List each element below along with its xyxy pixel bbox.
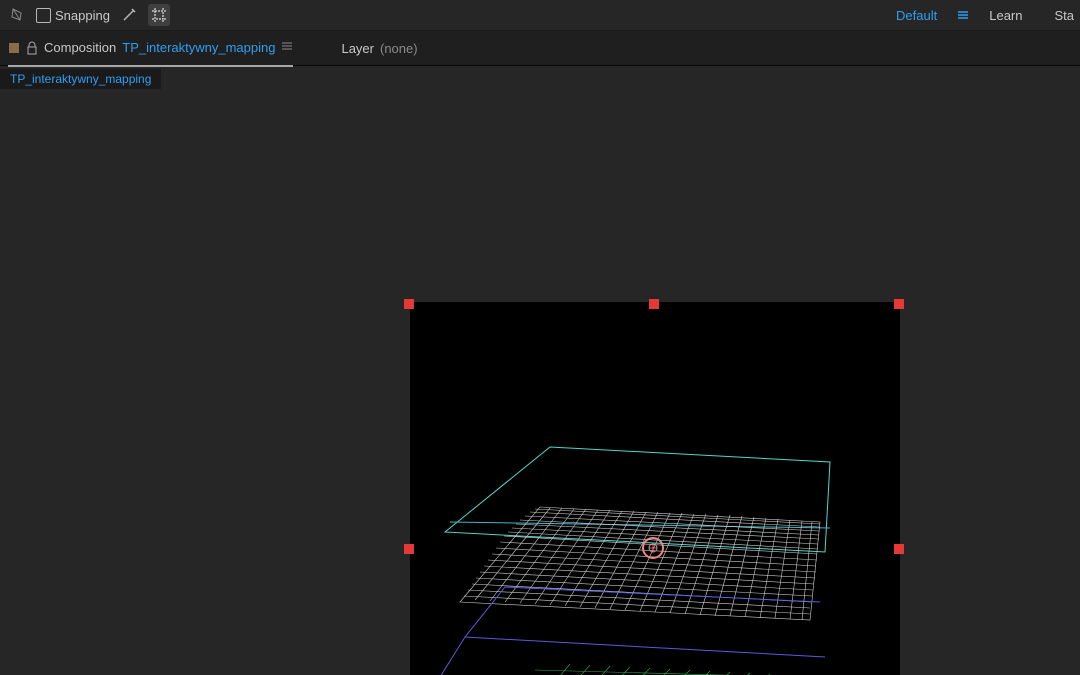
composition-tab-label: Composition	[44, 40, 116, 55]
snapping-checkbox[interactable]: Snapping	[36, 8, 110, 23]
snap-edge-icon[interactable]	[118, 4, 140, 26]
composition-panel-tab[interactable]: Composition TP_interaktywny_mapping	[8, 31, 293, 67]
grid-plane-green[interactable]	[530, 662, 850, 675]
selection-handle-top-mid[interactable]	[649, 299, 659, 309]
layer-none-text: (none)	[380, 41, 418, 56]
selection-handle-top-left[interactable]	[404, 299, 414, 309]
pen-tool-icon[interactable]	[6, 4, 28, 26]
layer-tab-label: Layer	[341, 41, 374, 56]
selection-handle-mid-left[interactable]	[404, 544, 414, 554]
composition-viewer[interactable]	[0, 92, 1080, 675]
top-toolbar: Snapping Default Learn Sta	[0, 0, 1080, 31]
workspace-tab-label: Sta	[1054, 8, 1074, 23]
snapping-label: Snapping	[55, 8, 110, 23]
composition-name: TP_interaktywny_mapping	[122, 40, 275, 55]
flow-item-current[interactable]: TP_interaktywny_mapping	[0, 69, 161, 89]
toolbar-left-group: Snapping	[6, 4, 880, 26]
flow-item-label: TP_interaktywny_mapping	[10, 72, 151, 86]
solid-icon	[8, 42, 20, 54]
workspace-tab-label: Learn	[989, 8, 1022, 23]
wireframe-plane-blue[interactable]	[430, 547, 900, 675]
panel-tab-bar: Composition TP_interaktywny_mapping Laye…	[0, 31, 1080, 66]
selection-handle-top-right[interactable]	[894, 299, 904, 309]
comp-flow-bar: TP_interaktywny_mapping	[0, 66, 1080, 92]
workspace-tab-learn[interactable]: Learn	[973, 0, 1038, 30]
workspace-tab-default[interactable]: Default	[880, 0, 953, 30]
snap-box-icon[interactable]	[148, 4, 170, 26]
checkbox-icon	[36, 8, 51, 23]
selection-handle-mid-right[interactable]	[894, 544, 904, 554]
workspace-menu-icon[interactable]	[953, 0, 973, 30]
layer-panel-tab[interactable]: Layer (none)	[341, 31, 417, 65]
workspace-tab-standard[interactable]: Sta	[1038, 0, 1074, 30]
anchor-point-icon[interactable]	[642, 537, 664, 559]
workspace-switcher: Default Learn Sta	[880, 0, 1074, 30]
lock-icon[interactable]	[26, 41, 38, 55]
workspace-tab-label: Default	[896, 8, 937, 23]
panel-menu-icon[interactable]	[281, 40, 293, 55]
